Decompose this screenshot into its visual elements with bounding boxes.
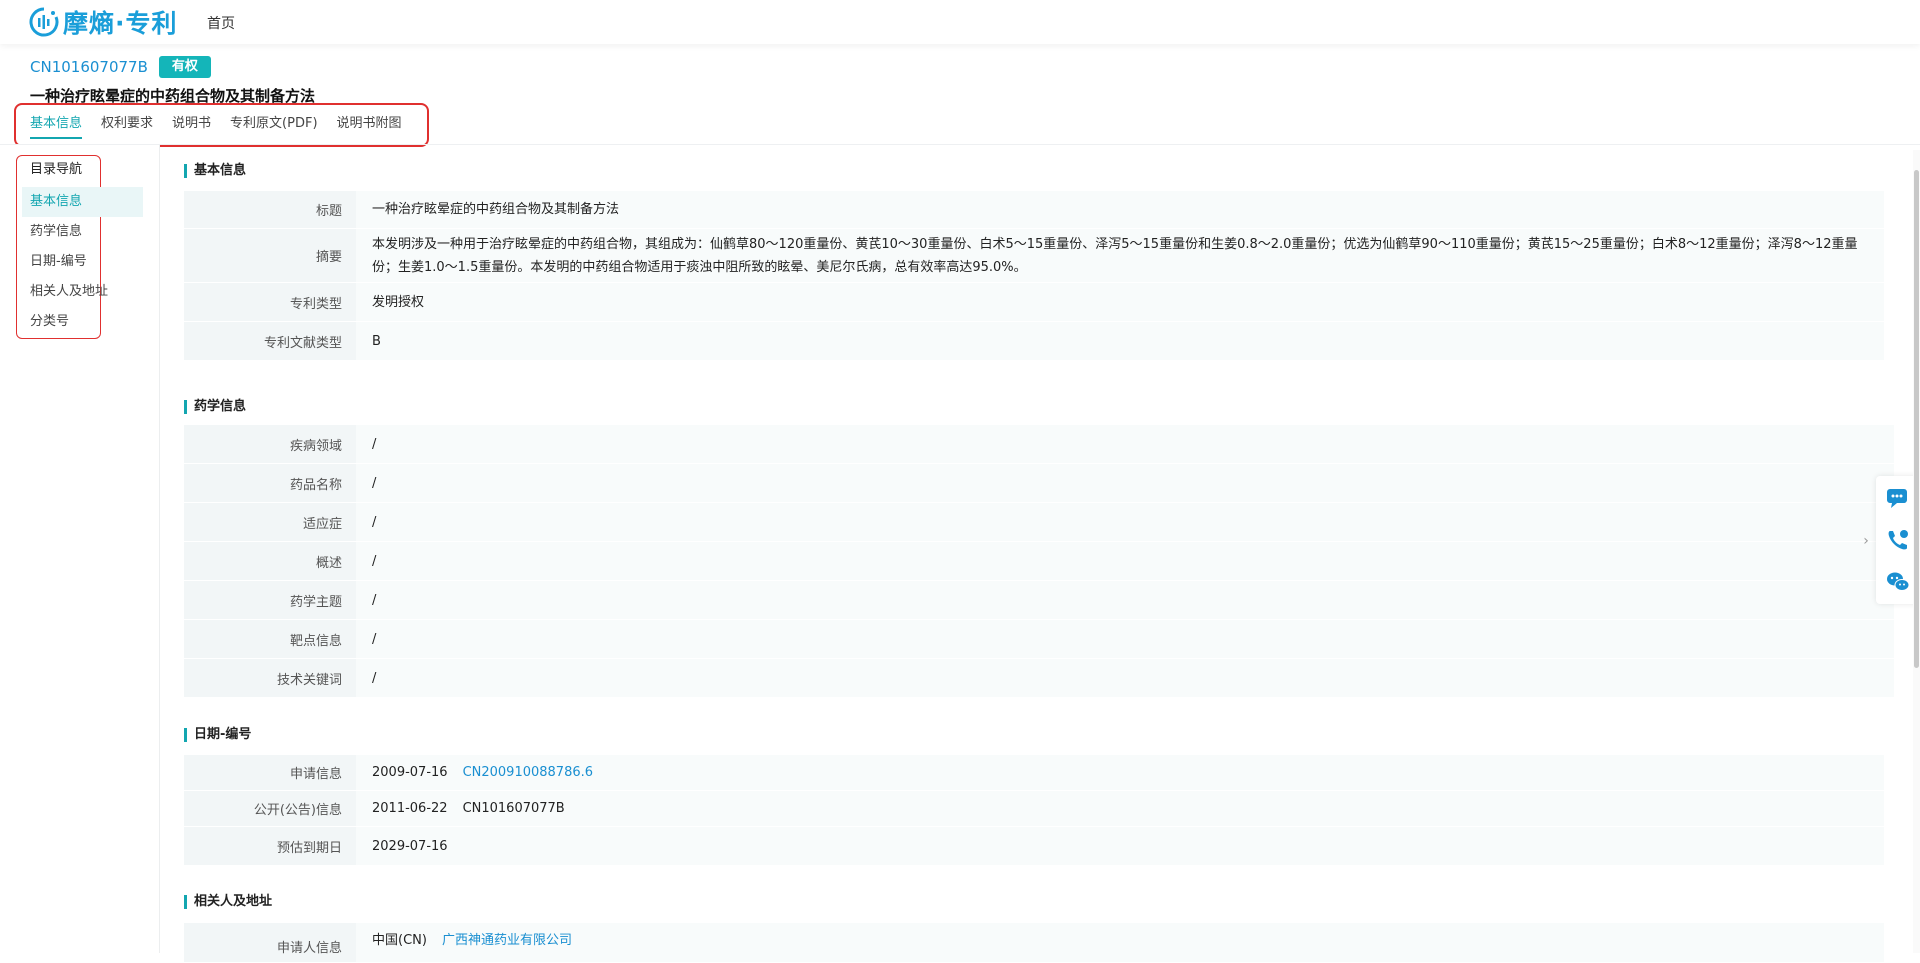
row-label: 专利类型 xyxy=(184,283,356,321)
row-label: 疾病领域 xyxy=(184,425,356,463)
section-title-pharma: 药学信息 xyxy=(184,400,246,414)
phone-icon[interactable] xyxy=(1885,527,1911,553)
sidebar-item-parties[interactable]: 相关人及地址 xyxy=(22,277,143,307)
tab-basic-info[interactable]: 基本信息 xyxy=(30,115,83,139)
row-label: 技术关键词 xyxy=(184,659,356,697)
dates-table: 申请信息 2009-07-16 CN200910088786.6 公开(公告)信… xyxy=(184,755,1884,866)
top-navbar: 摩熵·专利 首页 xyxy=(0,0,1920,44)
table-row: 公开(公告)信息 2011-06-22 CN101607077B xyxy=(184,791,1884,827)
table-row: 药品名称 / xyxy=(184,464,1894,503)
section-title-basic: 基本信息 xyxy=(184,164,246,178)
sidebar-item-pharma-info[interactable]: 药学信息 xyxy=(22,217,143,247)
parties-table: 申请人信息 中国(CN) 广西神通药业有限公司 xyxy=(184,923,1884,963)
patent-number: CN101607077B xyxy=(30,58,148,76)
sidebar-item-classification[interactable]: 分类号 xyxy=(22,307,143,337)
table-row: 专利类型 发明授权 xyxy=(184,283,1884,322)
table-row: 概述 / xyxy=(184,542,1894,581)
table-row: 申请人信息 中国(CN) 广西神通药业有限公司 xyxy=(184,923,1884,963)
row-value: / xyxy=(356,542,1894,580)
row-label: 预估到期日 xyxy=(184,827,356,865)
publication-date: 2011-06-22 xyxy=(372,801,448,816)
row-label: 适应症 xyxy=(184,503,356,541)
table-row: 标题 一种治疗眩晕症的中药组合物及其制备方法 xyxy=(184,191,1884,229)
publication-number: CN101607077B xyxy=(462,801,565,816)
row-value: 2029-07-16 xyxy=(356,827,1884,865)
row-label: 药学主题 xyxy=(184,581,356,619)
sidebar-item-date-number[interactable]: 日期-编号 xyxy=(22,247,143,277)
application-date: 2009-07-16 xyxy=(372,765,448,780)
table-row: 适应症 / xyxy=(184,503,1894,542)
row-label: 申请人信息 xyxy=(184,923,356,962)
row-value: 2011-06-22 CN101607077B xyxy=(356,791,1884,826)
row-label: 申请信息 xyxy=(184,755,356,790)
row-value: B xyxy=(356,322,1884,360)
row-value: / xyxy=(356,620,1894,658)
table-row: 药学主题 / xyxy=(184,581,1894,620)
row-label: 摘要 xyxy=(184,229,356,282)
tab-original-pdf[interactable]: 专利原文(PDF) xyxy=(230,115,317,139)
patent-number-row: CN101607077B 有权 xyxy=(30,56,211,78)
logo-icon xyxy=(29,7,59,37)
table-row: 靶点信息 / xyxy=(184,620,1894,659)
chat-icon[interactable] xyxy=(1885,485,1911,511)
tab-description[interactable]: 说明书 xyxy=(172,115,211,139)
row-value: / xyxy=(356,581,1894,619)
scrollbar-thumb[interactable] xyxy=(1914,170,1919,668)
table-row: 预估到期日 2029-07-16 xyxy=(184,827,1884,866)
tab-drawings[interactable]: 说明书附图 xyxy=(337,115,402,139)
logo-text: 摩熵·专利 xyxy=(63,9,178,38)
basic-info-table: 标题 一种治疗眩晕症的中药组合物及其制备方法 摘要 本发明涉及一种用于治疗眩晕症… xyxy=(184,191,1884,361)
table-row: 专利文献类型 B xyxy=(184,322,1884,361)
status-badge: 有权 xyxy=(158,56,211,78)
row-label: 公开(公告)信息 xyxy=(184,791,356,826)
row-value: 中国(CN) 广西神通药业有限公司 xyxy=(356,923,1884,962)
table-row: 技术关键词 / xyxy=(184,659,1894,698)
table-row: 摘要 本发明涉及一种用于治疗眩晕症的中药组合物，其组成为：仙鹤草80～120重量… xyxy=(184,229,1884,283)
section-title-dates: 日期-编号 xyxy=(184,728,251,742)
row-value: / xyxy=(356,503,1894,541)
table-row: 申请信息 2009-07-16 CN200910088786.6 xyxy=(184,755,1884,791)
row-label: 药品名称 xyxy=(184,464,356,502)
row-label: 靶点信息 xyxy=(184,620,356,658)
chevron-right-icon[interactable]: › xyxy=(1859,532,1873,550)
applicant-country: 中国(CN) xyxy=(372,933,427,948)
row-value: / xyxy=(356,425,1894,463)
sidebar-nav: 目录导航 基本信息 药学信息 日期-编号 相关人及地址 分类号 xyxy=(0,145,160,953)
row-label: 专利文献类型 xyxy=(184,322,356,360)
row-value: / xyxy=(356,464,1894,502)
nav-home-link[interactable]: 首页 xyxy=(207,13,235,33)
tab-claims[interactable]: 权利要求 xyxy=(101,115,153,139)
pharma-info-table: 疾病领域 / 药品名称 / 适应症 / 概述 / 药学主题 / 靶点信息 / 技… xyxy=(184,425,1894,698)
row-label: 标题 xyxy=(184,191,356,228)
row-value: 2009-07-16 CN200910088786.6 xyxy=(356,755,1884,790)
applicant-company-link[interactable]: 广西神通药业有限公司 xyxy=(442,929,572,952)
row-value: 发明授权 xyxy=(356,283,1884,321)
logo[interactable]: 摩熵·专利 xyxy=(29,3,178,41)
row-value: / xyxy=(356,659,1894,697)
table-row: 疾病领域 / xyxy=(184,425,1894,464)
header-divider xyxy=(0,144,1920,145)
wechat-icon[interactable] xyxy=(1885,569,1911,595)
tab-bar: 基本信息 权利要求 说明书 专利原文(PDF) 说明书附图 xyxy=(30,115,421,139)
sidebar-title: 目录导航 xyxy=(30,162,83,177)
row-value: 一种治疗眩晕症的中药组合物及其制备方法 xyxy=(356,191,1884,228)
row-label: 概述 xyxy=(184,542,356,580)
row-value: 本发明涉及一种用于治疗眩晕症的中药组合物，其组成为：仙鹤草80～120重量份、黄… xyxy=(356,229,1884,282)
sidebar-item-basic-info[interactable]: 基本信息 xyxy=(22,187,143,217)
section-title-parties: 相关人及地址 xyxy=(184,895,272,909)
application-number-link[interactable]: CN200910088786.6 xyxy=(463,761,593,784)
